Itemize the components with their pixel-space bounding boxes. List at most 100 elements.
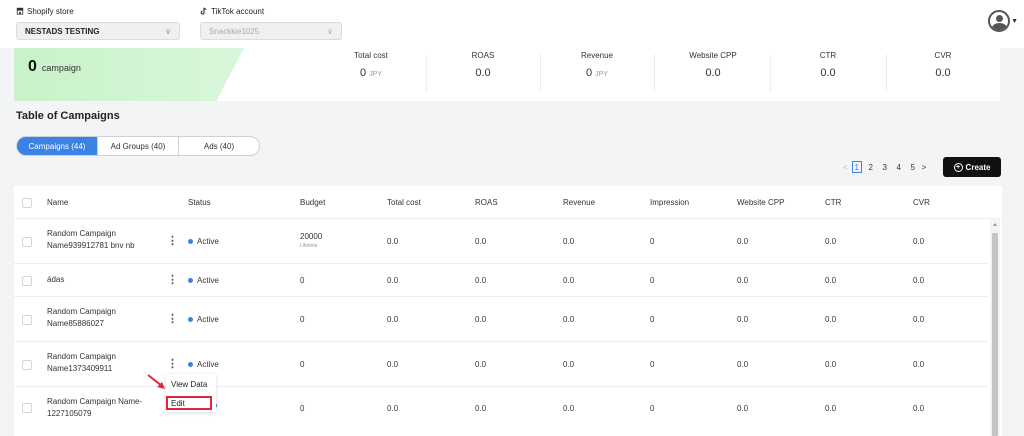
- status-badge: Active: [188, 237, 219, 246]
- revenue-cell: 0.0: [563, 404, 575, 413]
- table-row: ádas ⋮ Active 0 0.0 0.0 0.0 0 0.0 0.0 0.…: [14, 264, 988, 297]
- store-icon: [16, 7, 24, 15]
- table-header: Name Status Budget Total cost ROAS Reven…: [14, 186, 1002, 219]
- row-checkbox[interactable]: [22, 276, 32, 286]
- metric-website-cpp: Website CPP 0.0: [689, 51, 737, 79]
- status-badge: Active: [188, 276, 219, 285]
- revenue-cell: 0.0: [563, 360, 575, 369]
- campaign-count-label: campaign: [41, 63, 81, 73]
- table-scrollbar[interactable]: [990, 219, 1000, 436]
- create-button[interactable]: + Create: [943, 157, 1001, 177]
- impression-cell: 0: [650, 404, 655, 413]
- column-header-impression[interactable]: Impression: [650, 198, 689, 207]
- prev-page-button[interactable]: <: [843, 163, 848, 172]
- more-options-icon[interactable]: ⋮: [167, 273, 178, 286]
- ctr-cell: 0.0: [825, 404, 837, 413]
- column-header-name[interactable]: Name: [47, 198, 68, 207]
- budget-cell: 0: [300, 360, 305, 369]
- more-options-icon[interactable]: ⋮: [167, 312, 178, 325]
- impression-cell: 0: [650, 315, 655, 324]
- cvr-cell: 0.0: [913, 276, 925, 285]
- column-header-total-cost[interactable]: Total cost: [387, 198, 421, 207]
- budget-cell: 0: [300, 276, 305, 285]
- campaign-name[interactable]: Random Campaign Name1373409911: [47, 351, 116, 375]
- tiktok-select[interactable]: Snackkie1025 ∨: [200, 22, 342, 40]
- chevron-down-icon: ∨: [327, 26, 333, 36]
- caret-down-icon: ▼: [1011, 17, 1018, 25]
- row-checkbox[interactable]: [22, 237, 32, 247]
- metric-roas: ROAS 0.0: [471, 51, 495, 79]
- cvr-cell: 0.0: [913, 360, 925, 369]
- page-5-button[interactable]: 5: [908, 161, 918, 173]
- campaign-name[interactable]: Random Campaign Name939912781 bnv nb: [47, 228, 135, 252]
- column-header-ctr[interactable]: CTR: [825, 198, 841, 207]
- next-page-button[interactable]: >: [922, 163, 927, 172]
- roas-cell: 0.0: [475, 276, 487, 285]
- select-all-checkbox[interactable]: [22, 198, 32, 208]
- cvr-cell: 0.0: [913, 404, 925, 413]
- budget-cell: 0: [300, 404, 305, 413]
- scrollbar-thumb[interactable]: [992, 233, 998, 436]
- column-header-website-cpp[interactable]: Website CPP: [737, 198, 784, 207]
- column-header-roas[interactable]: ROAS: [475, 198, 498, 207]
- table-row: Random Campaign Name85886027 ⋮ Active 0 0…: [14, 297, 988, 342]
- store-value: NESTADS TESTING: [25, 26, 100, 36]
- tab-ad-groups[interactable]: Ad Groups (40): [98, 137, 179, 155]
- campaign-count: 0: [28, 58, 37, 75]
- page-2-button[interactable]: 2: [866, 161, 876, 173]
- store-select[interactable]: NESTADS TESTING ∨: [16, 22, 180, 40]
- tab-ads[interactable]: Ads (40): [179, 137, 259, 155]
- tab-campaigns[interactable]: Campaigns (44): [17, 137, 98, 155]
- website-cpp-cell: 0.0: [737, 315, 749, 324]
- revenue-cell: 0.0: [563, 237, 575, 246]
- impression-cell: 0: [650, 360, 655, 369]
- row-context-menu: View Data Edit: [166, 374, 216, 412]
- website-cpp-cell: 0.0: [737, 360, 749, 369]
- impression-cell: 0: [650, 237, 655, 246]
- revenue-cell: 0.0: [563, 315, 575, 324]
- status-badge: Active: [188, 315, 219, 324]
- status-badge: Active: [188, 360, 219, 369]
- roas-cell: 0.0: [475, 360, 487, 369]
- page-1-button[interactable]: 1: [851, 161, 862, 173]
- store-label: Shopify store: [27, 6, 74, 16]
- chevron-down-icon: ∨: [165, 26, 171, 36]
- column-header-revenue[interactable]: Revenue: [563, 198, 595, 207]
- pagination: < 1 2 3 4 5 >: [843, 161, 926, 173]
- top-header: Shopify store NESTADS TESTING ∨ TikTok a…: [0, 0, 1024, 48]
- column-header-cvr[interactable]: CVR: [913, 198, 930, 207]
- view-data-menu-item[interactable]: View Data: [171, 380, 207, 389]
- ctr-cell: 0.0: [825, 276, 837, 285]
- budget-cell: 0: [300, 315, 305, 324]
- metric-revenue: Revenue 0 JPY: [580, 51, 614, 79]
- total-cost-cell: 0.0: [387, 315, 399, 324]
- more-options-icon[interactable]: ⋮: [167, 234, 178, 247]
- cvr-cell: 0.0: [913, 237, 925, 246]
- ctr-cell: 0.0: [825, 237, 837, 246]
- total-cost-cell: 0.0: [387, 360, 399, 369]
- edit-menu-item[interactable]: Edit: [171, 399, 185, 408]
- campaign-name[interactable]: Random Campaign Name85886027: [47, 306, 116, 330]
- campaign-name[interactable]: ádas: [47, 274, 64, 286]
- scroll-up-icon[interactable]: [993, 223, 997, 226]
- column-header-status[interactable]: Status: [188, 198, 211, 207]
- metric-total-cost: Total cost 0 JPY: [354, 51, 388, 79]
- page-4-button[interactable]: 4: [894, 161, 904, 173]
- revenue-cell: 0.0: [563, 276, 575, 285]
- more-options-icon[interactable]: ⋮: [167, 357, 178, 370]
- user-menu[interactable]: ▼: [988, 10, 1018, 32]
- page-3-button[interactable]: 3: [880, 161, 890, 173]
- row-checkbox[interactable]: [22, 403, 32, 413]
- tiktok-icon: [200, 7, 207, 15]
- total-cost-cell: 0.0: [387, 404, 399, 413]
- tiktok-value: Snackkie1025: [209, 26, 260, 36]
- row-checkbox[interactable]: [22, 315, 32, 325]
- campaign-name[interactable]: Random Campaign Name- 1227105079: [47, 396, 142, 420]
- avatar-icon: [988, 10, 1011, 32]
- impression-cell: 0: [650, 276, 655, 285]
- column-header-budget[interactable]: Budget: [300, 198, 325, 207]
- campaigns-table: Name Status Budget Total cost ROAS Reven…: [14, 186, 1002, 436]
- roas-cell: 0.0: [475, 404, 487, 413]
- annotation-arrow-icon: [147, 374, 165, 389]
- row-checkbox[interactable]: [22, 360, 32, 370]
